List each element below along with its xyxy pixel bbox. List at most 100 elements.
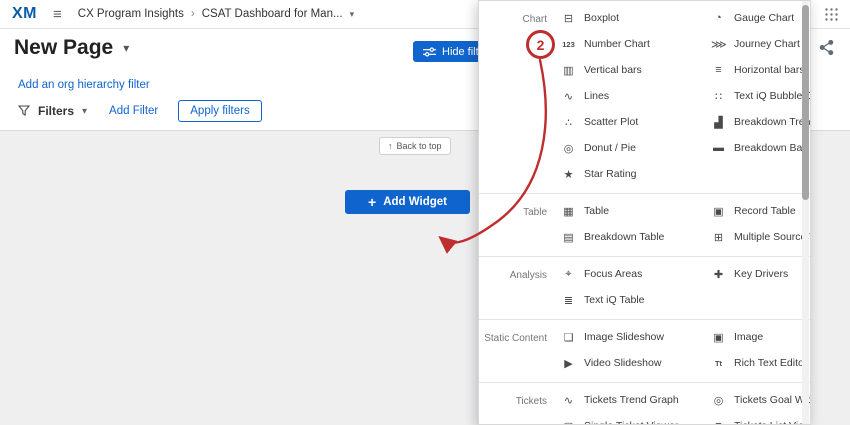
menu-item-video-slideshow[interactable]: ▶Video Slideshow	[561, 350, 711, 376]
breadcrumb: CX Program Insights › CSAT Dashboard for…	[78, 8, 354, 20]
up-arrow-icon: ↑	[388, 141, 393, 151]
plus-icon: +	[368, 194, 376, 210]
widget-menu-panel: Chart⊟Boxplot◔Gauge Chart123Number Chart…	[478, 0, 811, 425]
menu-item-image[interactable]: ▣Image	[711, 324, 807, 350]
boxplot-icon: ⊟	[561, 12, 576, 25]
focus-areas-icon: ⌖	[561, 268, 576, 281]
breadcrumb-current-link[interactable]: CSAT Dashboard for Man...	[202, 8, 343, 20]
menu-item-label: Breakdown Trends	[734, 116, 811, 128]
menu-item-table[interactable]: ▦Table	[561, 198, 711, 224]
menu-item-single-ticket-viewer[interactable]: ▢ Single Ticket Viewer	[561, 413, 711, 425]
menu-section-chart: Chart⊟Boxplot◔Gauge Chart123Number Chart…	[479, 1, 810, 194]
menu-scrollbar-track[interactable]	[802, 1, 809, 424]
breakdown-trends-icon: ▟	[711, 116, 726, 129]
single-ticket-viewer-icon: ▢	[561, 420, 576, 425]
menu-grid: ❏Image Slideshow▣Image▶Video SlideshowTt…	[561, 324, 807, 376]
apply-filters-button[interactable]: Apply filters	[178, 100, 261, 122]
menu-grid: ⊟ Boxplot ◔Gauge Chart 123 Number Chart ⋙Jour…	[561, 5, 811, 187]
funnel-icon	[18, 105, 30, 117]
menu-item-label: Video Slideshow	[584, 357, 661, 369]
tickets-trend-graph-icon: ∿	[561, 394, 576, 407]
menu-item-label: Star Rating	[584, 168, 637, 180]
tickets-list-viewer-icon: ≡	[711, 420, 726, 425]
menu-item-tickets-goal-widget[interactable]: ◎ Tickets Goal Widget	[711, 387, 811, 413]
qualtrics-dashboard-screen: XM ≡ CX Program Insights › CSAT Dashboar…	[0, 0, 850, 425]
back-to-top-button[interactable]: ↑ Back to top	[379, 137, 451, 155]
menu-scrollbar-thumb[interactable]	[802, 5, 809, 200]
breadcrumb-root-link[interactable]: CX Program Insights	[78, 8, 184, 20]
annotation-step-circle: 2	[526, 30, 555, 59]
share-icon[interactable]	[819, 40, 834, 55]
menu-item-gauge-chart[interactable]: ◔Gauge Chart	[711, 5, 811, 31]
menu-item-label: Number Chart	[584, 38, 650, 50]
image-slideshow-icon: ❏	[561, 331, 576, 344]
menu-item-breakdown-table[interactable]: ▤Breakdown Table	[561, 224, 711, 250]
menu-item-tickets-trend-graph[interactable]: ∿ Tickets Trend Graph	[561, 387, 711, 413]
add-org-hierarchy-filter-link[interactable]: Add an org hierarchy filter	[18, 79, 150, 91]
menu-item-label: Single Ticket Viewer	[584, 420, 678, 425]
menu-item-image-slideshow[interactable]: ❏Image Slideshow	[561, 324, 711, 350]
menu-item-donut-pie[interactable]: ◎Donut / Pie	[561, 135, 711, 161]
journey-chart-icon: ⋙	[711, 38, 726, 51]
menu-item-label: Donut / Pie	[584, 142, 636, 154]
menu-item-boxplot[interactable]: ⊟ Boxplot	[561, 5, 711, 31]
number-chart-icon: 123	[561, 40, 576, 49]
breadcrumb-separator: ›	[191, 8, 195, 20]
menu-item-label: Text iQ Bubble Chart	[734, 90, 811, 102]
menu-item-multiple-source-table[interactable]: ⊞Multiple Source Table	[711, 224, 811, 250]
menu-item-label: Text iQ Table	[584, 294, 645, 306]
page-title: New Page	[14, 36, 113, 60]
menu-item-lines[interactable]: ∿Lines	[561, 83, 711, 109]
menu-item-text-iq-table[interactable]: ≣ Text iQ Table	[561, 287, 711, 313]
annotation-step-number: 2	[537, 37, 545, 53]
add-filter-link[interactable]: Add Filter	[109, 105, 158, 117]
filters-row: Filters ▾ Add Filter Apply filters	[18, 100, 262, 122]
xm-logo: XM	[12, 5, 37, 23]
key-drivers-icon: ✚	[711, 268, 726, 281]
line-chart-icon: ∿	[561, 90, 576, 103]
hamburger-menu-icon[interactable]: ≡	[53, 6, 62, 23]
menu-item-label: Boxplot	[584, 12, 619, 24]
tickets-goal-widget-icon: ◎	[711, 394, 726, 407]
rich-text-editor-icon: Tt	[711, 359, 726, 368]
menu-item-record-table[interactable]: ▣ Record Table	[711, 198, 811, 224]
menu-category-label: Static Content	[479, 324, 547, 376]
scatter-plot-icon: ∴	[561, 116, 576, 129]
gauge-chart-icon: ◔	[711, 12, 726, 24]
menu-item-rich-text-editor[interactable]: Tt Rich Text Editor	[711, 350, 807, 376]
menu-item-text-iq-bubble-chart[interactable]: ∷ Text iQ Bubble Chart	[711, 83, 811, 109]
menu-item-vertical-bars[interactable]: ▥Vertical bars	[561, 57, 711, 83]
add-widget-button[interactable]: + Add Widget	[345, 190, 470, 214]
record-table-icon: ▣	[711, 205, 726, 218]
page-title-chevron-down-icon[interactable]: ▾	[123, 41, 129, 55]
apps-grid-icon[interactable]	[825, 8, 838, 21]
menu-item-tickets-list-viewer[interactable]: ≡ Tickets List Viewer	[711, 413, 811, 425]
menu-item-number-chart[interactable]: 123 Number Chart	[561, 31, 711, 57]
menu-item-focus-areas[interactable]: ⌖Focus Areas	[561, 261, 711, 287]
menu-item-journey-chart[interactable]: ⋙Journey Chart	[711, 31, 811, 57]
menu-item-label: Tickets Goal Widget	[734, 394, 811, 406]
menu-item-label: Record Table	[734, 205, 796, 217]
textiq-bubble-chart-icon: ∷	[711, 90, 726, 103]
breakdown-table-icon: ▤	[561, 231, 576, 244]
menu-item-key-drivers[interactable]: ✚ Key Drivers	[711, 261, 804, 287]
filters-label: Filters	[38, 104, 74, 118]
chevron-down-icon[interactable]: ▾	[350, 9, 355, 20]
filter-sliders-icon	[423, 47, 436, 57]
menu-item-label: Tickets Trend Graph	[584, 394, 679, 406]
textiq-table-icon: ≣	[561, 294, 576, 307]
menu-item-label: Rich Text Editor	[734, 357, 807, 369]
menu-category-label: Tickets	[479, 387, 547, 425]
menu-item-label: Tickets List Viewer	[734, 420, 811, 425]
filters-chevron-down-icon[interactable]: ▾	[82, 106, 87, 117]
table-icon: ▦	[561, 205, 576, 218]
menu-item-label: Image	[734, 331, 763, 343]
menu-section-tickets: Tickets ∿ Tickets Trend Graph ◎ Tickets Goal…	[479, 383, 810, 425]
menu-item-star-rating[interactable]: ★Star Rating	[561, 161, 711, 187]
menu-item-breakdown-trends[interactable]: ▟ Breakdown Trends	[711, 109, 811, 135]
menu-item-breakdown-bar[interactable]: ▬Breakdown Bar	[711, 135, 811, 161]
menu-item-horizontal-bars[interactable]: ≡Horizontal bars	[711, 57, 811, 83]
menu-section-table: Table▦Table▣Record Table▤Breakdown Table…	[479, 194, 810, 257]
menu-item-scatter-plot[interactable]: ∴Scatter Plot	[561, 109, 711, 135]
menu-item-label: Key Drivers	[734, 268, 788, 280]
